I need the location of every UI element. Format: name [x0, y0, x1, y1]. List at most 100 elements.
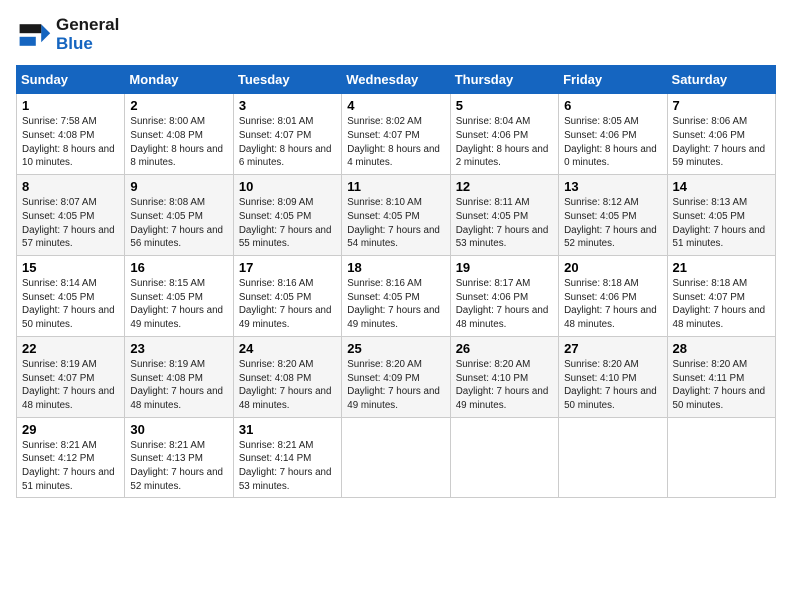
day-cell: 26 Sunrise: 8:20 AMSunset: 4:10 PMDaylig…	[450, 336, 558, 417]
day-info: Sunrise: 8:16 AMSunset: 4:05 PMDaylight:…	[347, 277, 444, 332]
day-info: Sunrise: 8:00 AMSunset: 4:08 PMDaylight:…	[130, 115, 227, 170]
day-info: Sunrise: 8:18 AMSunset: 4:07 PMDaylight:…	[673, 277, 770, 332]
day-number: 1	[22, 98, 119, 113]
day-number: 9	[130, 179, 227, 194]
weekday-header-sunday: Sunday	[17, 66, 125, 94]
day-info: Sunrise: 8:20 AMSunset: 4:11 PMDaylight:…	[673, 358, 770, 413]
day-info: Sunrise: 8:04 AMSunset: 4:06 PMDaylight:…	[456, 115, 553, 170]
day-cell: 28 Sunrise: 8:20 AMSunset: 4:11 PMDaylig…	[667, 336, 775, 417]
day-number: 25	[347, 341, 444, 356]
day-number: 19	[456, 260, 553, 275]
header: General Blue	[16, 16, 776, 53]
day-info: Sunrise: 8:12 AMSunset: 4:05 PMDaylight:…	[564, 196, 661, 251]
calendar-body: 1 Sunrise: 7:58 AMSunset: 4:08 PMDayligh…	[17, 94, 776, 498]
logo-icon	[16, 17, 52, 53]
day-info: Sunrise: 8:20 AMSunset: 4:08 PMDaylight:…	[239, 358, 336, 413]
day-info: Sunrise: 8:20 AMSunset: 4:10 PMDaylight:…	[456, 358, 553, 413]
day-cell: 9 Sunrise: 8:08 AMSunset: 4:05 PMDayligh…	[125, 175, 233, 256]
day-number: 7	[673, 98, 770, 113]
day-cell: 16 Sunrise: 8:15 AMSunset: 4:05 PMDaylig…	[125, 256, 233, 337]
day-cell: 19 Sunrise: 8:17 AMSunset: 4:06 PMDaylig…	[450, 256, 558, 337]
weekday-header-tuesday: Tuesday	[233, 66, 341, 94]
day-number: 18	[347, 260, 444, 275]
day-cell: 1 Sunrise: 7:58 AMSunset: 4:08 PMDayligh…	[17, 94, 125, 175]
day-cell: 14 Sunrise: 8:13 AMSunset: 4:05 PMDaylig…	[667, 175, 775, 256]
day-number: 20	[564, 260, 661, 275]
day-info: Sunrise: 8:01 AMSunset: 4:07 PMDaylight:…	[239, 115, 336, 170]
day-cell: 15 Sunrise: 8:14 AMSunset: 4:05 PMDaylig…	[17, 256, 125, 337]
day-info: Sunrise: 8:07 AMSunset: 4:05 PMDaylight:…	[22, 196, 119, 251]
day-cell: 11 Sunrise: 8:10 AMSunset: 4:05 PMDaylig…	[342, 175, 450, 256]
week-row-2: 8 Sunrise: 8:07 AMSunset: 4:05 PMDayligh…	[17, 175, 776, 256]
day-number: 10	[239, 179, 336, 194]
day-cell: 18 Sunrise: 8:16 AMSunset: 4:05 PMDaylig…	[342, 256, 450, 337]
day-number: 24	[239, 341, 336, 356]
day-cell: 5 Sunrise: 8:04 AMSunset: 4:06 PMDayligh…	[450, 94, 558, 175]
week-row-3: 15 Sunrise: 8:14 AMSunset: 4:05 PMDaylig…	[17, 256, 776, 337]
day-cell: 23 Sunrise: 8:19 AMSunset: 4:08 PMDaylig…	[125, 336, 233, 417]
day-info: Sunrise: 8:15 AMSunset: 4:05 PMDaylight:…	[130, 277, 227, 332]
day-number: 23	[130, 341, 227, 356]
day-number: 3	[239, 98, 336, 113]
day-number: 13	[564, 179, 661, 194]
day-number: 28	[673, 341, 770, 356]
day-number: 4	[347, 98, 444, 113]
day-cell: 30 Sunrise: 8:21 AMSunset: 4:13 PMDaylig…	[125, 417, 233, 498]
day-cell: 4 Sunrise: 8:02 AMSunset: 4:07 PMDayligh…	[342, 94, 450, 175]
day-info: Sunrise: 8:19 AMSunset: 4:07 PMDaylight:…	[22, 358, 119, 413]
day-number: 26	[456, 341, 553, 356]
weekday-header-friday: Friday	[559, 66, 667, 94]
day-cell: 12 Sunrise: 8:11 AMSunset: 4:05 PMDaylig…	[450, 175, 558, 256]
day-number: 29	[22, 422, 119, 437]
day-cell: 22 Sunrise: 8:19 AMSunset: 4:07 PMDaylig…	[17, 336, 125, 417]
week-row-4: 22 Sunrise: 8:19 AMSunset: 4:07 PMDaylig…	[17, 336, 776, 417]
day-cell: 6 Sunrise: 8:05 AMSunset: 4:06 PMDayligh…	[559, 94, 667, 175]
day-number: 27	[564, 341, 661, 356]
day-number: 12	[456, 179, 553, 194]
day-number: 16	[130, 260, 227, 275]
day-number: 17	[239, 260, 336, 275]
day-cell	[450, 417, 558, 498]
day-info: Sunrise: 8:06 AMSunset: 4:06 PMDaylight:…	[673, 115, 770, 170]
day-info: Sunrise: 8:18 AMSunset: 4:06 PMDaylight:…	[564, 277, 661, 332]
day-cell	[667, 417, 775, 498]
day-cell: 13 Sunrise: 8:12 AMSunset: 4:05 PMDaylig…	[559, 175, 667, 256]
day-cell: 27 Sunrise: 8:20 AMSunset: 4:10 PMDaylig…	[559, 336, 667, 417]
week-row-5: 29 Sunrise: 8:21 AMSunset: 4:12 PMDaylig…	[17, 417, 776, 498]
day-info: Sunrise: 8:08 AMSunset: 4:05 PMDaylight:…	[130, 196, 227, 251]
day-info: Sunrise: 8:10 AMSunset: 4:05 PMDaylight:…	[347, 196, 444, 251]
day-cell: 31 Sunrise: 8:21 AMSunset: 4:14 PMDaylig…	[233, 417, 341, 498]
logo-text: General Blue	[56, 16, 119, 53]
weekday-header-thursday: Thursday	[450, 66, 558, 94]
day-info: Sunrise: 8:19 AMSunset: 4:08 PMDaylight:…	[130, 358, 227, 413]
day-info: Sunrise: 8:05 AMSunset: 4:06 PMDaylight:…	[564, 115, 661, 170]
day-cell: 10 Sunrise: 8:09 AMSunset: 4:05 PMDaylig…	[233, 175, 341, 256]
day-cell: 25 Sunrise: 8:20 AMSunset: 4:09 PMDaylig…	[342, 336, 450, 417]
day-number: 30	[130, 422, 227, 437]
day-number: 6	[564, 98, 661, 113]
day-number: 21	[673, 260, 770, 275]
day-info: Sunrise: 8:20 AMSunset: 4:09 PMDaylight:…	[347, 358, 444, 413]
week-row-1: 1 Sunrise: 7:58 AMSunset: 4:08 PMDayligh…	[17, 94, 776, 175]
day-cell: 29 Sunrise: 8:21 AMSunset: 4:12 PMDaylig…	[17, 417, 125, 498]
weekday-header-saturday: Saturday	[667, 66, 775, 94]
day-info: Sunrise: 8:20 AMSunset: 4:10 PMDaylight:…	[564, 358, 661, 413]
day-info: Sunrise: 8:09 AMSunset: 4:05 PMDaylight:…	[239, 196, 336, 251]
day-cell: 7 Sunrise: 8:06 AMSunset: 4:06 PMDayligh…	[667, 94, 775, 175]
day-number: 22	[22, 341, 119, 356]
day-info: Sunrise: 8:21 AMSunset: 4:13 PMDaylight:…	[130, 439, 227, 494]
calendar: SundayMondayTuesdayWednesdayThursdayFrid…	[16, 65, 776, 498]
day-info: Sunrise: 8:21 AMSunset: 4:12 PMDaylight:…	[22, 439, 119, 494]
day-cell: 3 Sunrise: 8:01 AMSunset: 4:07 PMDayligh…	[233, 94, 341, 175]
day-cell: 8 Sunrise: 8:07 AMSunset: 4:05 PMDayligh…	[17, 175, 125, 256]
day-info: Sunrise: 8:16 AMSunset: 4:05 PMDaylight:…	[239, 277, 336, 332]
day-info: Sunrise: 7:58 AMSunset: 4:08 PMDaylight:…	[22, 115, 119, 170]
day-cell: 17 Sunrise: 8:16 AMSunset: 4:05 PMDaylig…	[233, 256, 341, 337]
day-info: Sunrise: 8:02 AMSunset: 4:07 PMDaylight:…	[347, 115, 444, 170]
weekday-header: SundayMondayTuesdayWednesdayThursdayFrid…	[17, 66, 776, 94]
day-number: 2	[130, 98, 227, 113]
day-number: 14	[673, 179, 770, 194]
weekday-header-monday: Monday	[125, 66, 233, 94]
day-number: 8	[22, 179, 119, 194]
day-info: Sunrise: 8:14 AMSunset: 4:05 PMDaylight:…	[22, 277, 119, 332]
